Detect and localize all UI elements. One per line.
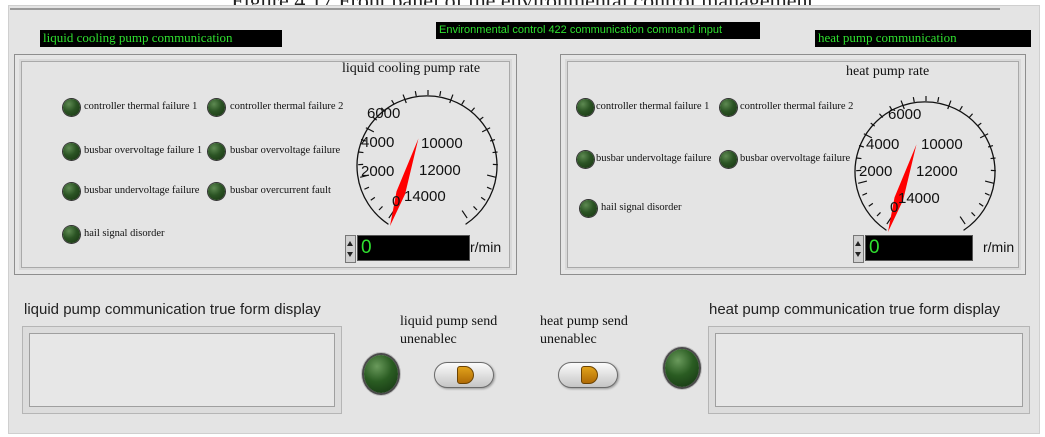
led-hail-signal-disorder (580, 200, 597, 217)
heat-true-form-display (708, 326, 1030, 414)
spin-up-arrow-icon[interactable] (347, 241, 353, 246)
liquid-send-label: liquid pump send unenablec (400, 313, 497, 349)
led-label: controller thermal failure 1 (596, 101, 710, 112)
liquid-send-label-text: liquid pump send unenablec (400, 314, 498, 347)
toggle-button-icon (457, 366, 474, 384)
liquid-gauge-needle (390, 138, 419, 226)
liquid-gauge-title: liquid cooling pump rate (342, 61, 481, 76)
gauge-tick-label: 14000 (404, 188, 446, 205)
led-controller-thermal-failure-1 (63, 99, 80, 116)
heat-pump-rate-gauge: 0 2000 4000 6000 10000 12000 14000 (846, 86, 1006, 246)
heat-rate-value[interactable]: 0 (865, 235, 973, 261)
numeric-spinner[interactable] (345, 235, 356, 263)
liquid-true-form-display (22, 326, 342, 414)
toggle-button-icon (581, 366, 598, 384)
gauge-tick-label: 6000 (888, 106, 922, 123)
gauge-tick-label: 0 (392, 193, 401, 210)
gauge-tick-label: 2000 (859, 163, 893, 180)
led-controller-thermal-failure-2 (720, 99, 737, 116)
gauge-tick-label: 4000 (866, 136, 900, 153)
top-divider (10, 8, 1000, 10)
led-label: busbar undervoltage failure (596, 153, 712, 164)
led-label: busbar overvoltage failure 1 (230, 145, 342, 156)
heat-display-title: heat pump communication true form displa… (709, 301, 1000, 318)
heat-send-label-text: heat pump send unenablec (540, 314, 628, 347)
led-busbar-overvoltage-failure-a (63, 143, 80, 160)
led-hail-signal-disorder (63, 226, 80, 243)
liquid-rate-value[interactable]: 0 (357, 235, 470, 261)
led-label: busbar overcurrent fault (230, 185, 331, 196)
led-label: hail signal disorder (84, 228, 165, 239)
led-label: controller thermal failure 1 (84, 101, 198, 112)
led-busbar-overvoltage-failure-b (208, 143, 225, 160)
heat-section-label: heat pump communication (815, 30, 1031, 47)
led-label: controller thermal failure 2 (230, 101, 344, 112)
spin-down-arrow-icon[interactable] (855, 252, 861, 257)
led-label: busbar undervoltage failure (84, 185, 200, 196)
heat-rate-unit: r/min (983, 239, 1015, 255)
gauge-tick-label: 2000 (361, 163, 395, 180)
heat-send-led (665, 349, 699, 387)
gauge-tick-label: 12000 (419, 162, 461, 179)
led-busbar-overcurrent-fault (208, 183, 225, 200)
heat-rate-numeric: 0 r/min (853, 235, 1025, 263)
gauge-tick-label: 6000 (367, 105, 401, 122)
heat-gauge-title: heat pump rate (846, 64, 930, 79)
led-controller-thermal-failure-1 (577, 99, 594, 116)
liquid-send-led (364, 355, 398, 393)
led-busbar-undervoltage-failure (63, 183, 80, 200)
heat-send-label: heat pump send unenablec (540, 313, 628, 349)
liquid-rate-numeric: 0 r/min (345, 235, 515, 263)
liquid-rate-unit: r/min (470, 239, 502, 255)
gauge-tick-label: 12000 (916, 163, 958, 180)
liquid-display-title: liquid pump communication true form disp… (24, 301, 321, 318)
led-busbar-overvoltage-failure (720, 151, 737, 168)
gauge-tick-label: 10000 (421, 135, 463, 152)
heat-send-toggle[interactable] (558, 362, 618, 388)
command-input-label: Environmental control 422 communication … (436, 22, 760, 39)
led-busbar-undervoltage-failure (577, 151, 594, 168)
led-controller-thermal-failure-2 (208, 99, 225, 116)
led-label: hail signal disorder (601, 202, 682, 213)
led-label: busbar overvoltage failure 1 (84, 145, 203, 156)
liquid-send-toggle[interactable] (434, 362, 494, 388)
gauge-tick-label: 10000 (921, 136, 963, 153)
led-label: busbar overvoltage failure 1 (740, 153, 852, 164)
heat-gauge-needle (888, 144, 917, 232)
liquid-pump-rate-gauge: 0 2000 4000 6000 10000 12000 14000 (348, 80, 508, 240)
numeric-spinner[interactable] (853, 235, 864, 263)
spin-up-arrow-icon[interactable] (855, 241, 861, 246)
led-label: controller thermal failure 2 (740, 101, 854, 112)
liquid-section-label: liquid cooling pump communication (40, 30, 282, 47)
gauge-tick-label: 4000 (361, 134, 395, 151)
gauge-tick-label: 14000 (898, 190, 940, 207)
spin-down-arrow-icon[interactable] (347, 252, 353, 257)
